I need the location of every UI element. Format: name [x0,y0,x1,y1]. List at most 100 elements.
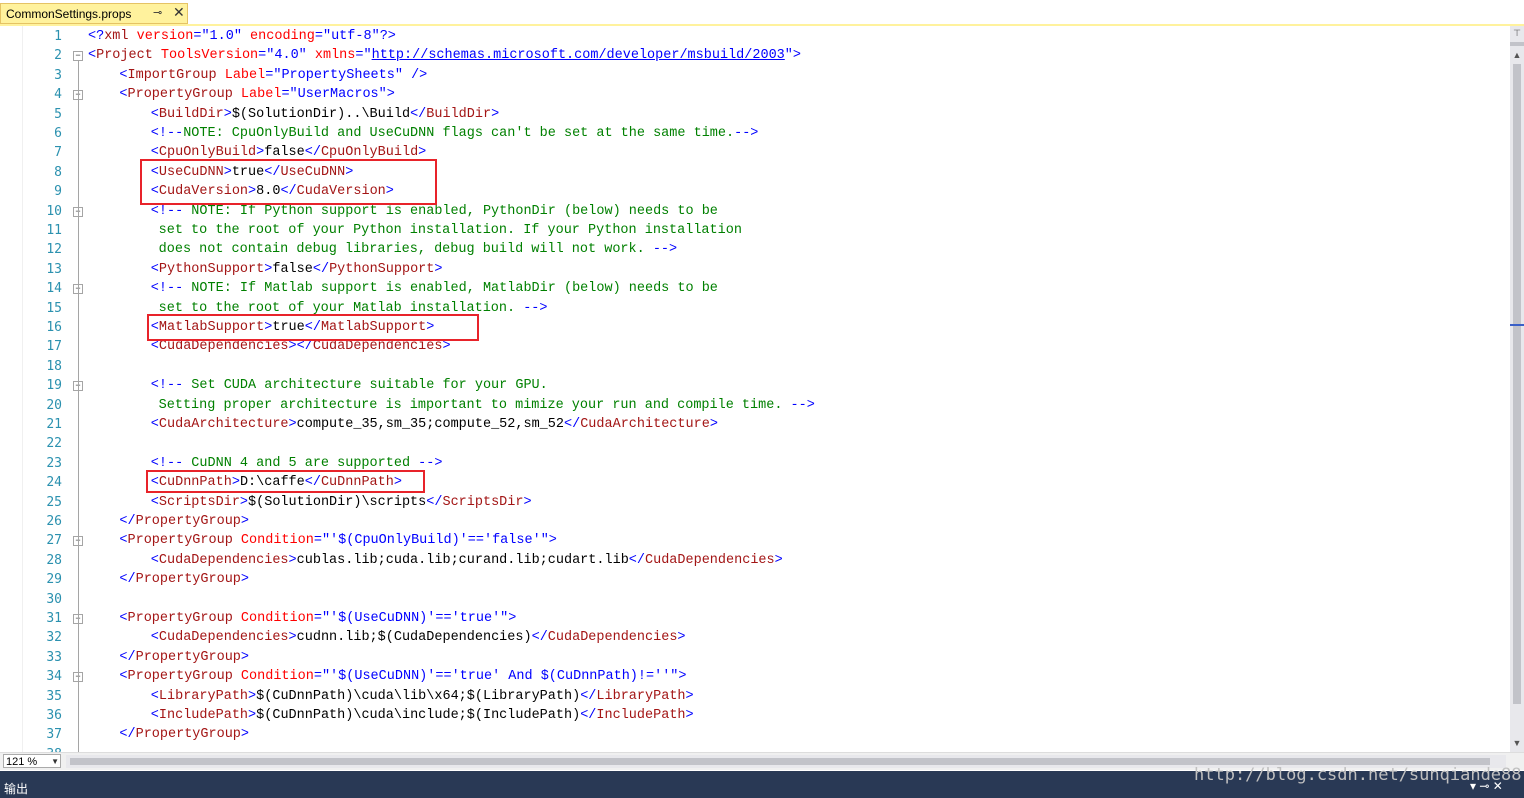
code-line[interactable]: 26 </PropertyGroup> [0,512,1500,531]
code-line[interactable]: 25 <ScriptsDir>$(SolutionDir)\scripts</Sc… [0,493,1500,512]
code-text: <?xml version="1.0" encoding="utf-8"?> [88,29,396,44]
line-number: 5 [54,106,62,122]
line-number: 20 [46,397,62,413]
code-line[interactable]: 31−<PropertyGroup Condition="'$(UseCuDNN… [0,609,1500,628]
code-line[interactable]: 6 <!--NOTE: CpuOnlyBuild and UseCuDNN fla… [0,124,1500,143]
line-number: 13 [46,261,62,277]
code-text: <PropertyGroup Condition="'$(UseCuDNN)'=… [119,611,517,626]
code-line[interactable]: 3 <ImportGroup Label="PropertySheets" /> [0,66,1500,85]
code-line[interactable]: 5 <BuildDir>$(SolutionDir)..\Build</Build… [0,105,1500,124]
caret-position-marker [1510,324,1524,326]
chevron-down-icon[interactable]: ▼ [51,755,59,769]
code-line[interactable]: 2− <Project ToolsVersion="4.0" xmlns="htt… [0,46,1500,65]
code-line[interactable]: 13 <PythonSupport>false</PythonSupport> [0,260,1500,279]
code-line[interactable]: 30 [0,590,1500,609]
pin-icon[interactable]: ⊸ [153,6,162,19]
scroll-down-icon[interactable]: ▼ [1510,736,1524,750]
line-number: 32 [46,630,62,646]
code-line[interactable]: 33 </PropertyGroup> [0,648,1500,667]
tab-commonsettings-props[interactable]: CommonSettings.props ⊸ ✕ [0,3,188,24]
zoom-value: 121 % [6,756,38,768]
line-number: 2 [54,48,62,64]
code-line[interactable]: 4−<PropertyGroup Label="UserMacros"> [0,85,1500,104]
code-text: </PropertyGroup> [119,572,250,588]
line-number: 19 [46,378,62,394]
code-line[interactable]: 32 <CudaDependencies>cudnn.lib;$(CudaDepe… [0,628,1500,647]
line-number: 6 [54,126,62,141]
line-number: 33 [46,649,62,665]
code-editor[interactable]: 1 <?xml version="1.0" encoding="utf-8"?> 2… [0,26,1510,762]
line-number: 22 [46,436,62,452]
vertical-scrollbar[interactable]: ⊤ ▲ ▼ [1510,26,1524,752]
code-line[interactable]: 19−<!-- Set CUDA architecture suitable f… [0,376,1500,395]
code-line[interactable]: 34−<PropertyGroup Condition="'$(UseCuDNN… [0,667,1500,686]
line-number: 9 [54,184,62,200]
line-number: 29 [46,572,62,588]
code-line[interactable]: 35 <LibraryPath>$(CuDnnPath)\cuda\lib\x64… [0,687,1500,706]
code-text: <!-- Set CUDA architecture suitable for … [150,378,548,394]
line-number: 35 [46,688,62,704]
code-text: <!--NOTE: CpuOnlyBuild and UseCuDNN flag… [150,126,759,141]
split-handle[interactable]: ⊤ [1510,26,1524,40]
line-number: 34 [46,669,62,685]
code-line[interactable]: 36 <IncludePath>$(CuDnnPath)\cuda\include… [0,706,1500,725]
code-text: <Project ToolsVersion="4.0" xmlns="http:… [88,48,801,64]
code-line[interactable]: 21 <CudaArchitecture>compute_35,sm_35;com… [0,415,1500,434]
code-text: <CudaDependencies>cublas.lib;cuda.lib;cu… [150,552,783,568]
code-text: <ImportGroup Label="PropertySheets" /> [119,67,428,83]
highlight-box-matlab [147,314,479,341]
code-line[interactable]: 1 <?xml version="1.0" encoding="utf-8"?> [0,27,1500,46]
code-text: <PythonSupport>false</PythonSupport> [150,261,443,277]
output-panel-title: 输出 [4,782,29,796]
code-text: set to the root of your Python installat… [158,223,742,238]
horizontal-scroll-thumb[interactable] [70,758,1490,765]
code-line[interactable]: 12 does not contain debug libraries, debu… [0,240,1500,259]
code-line[interactable]: 20 Setting proper architecture is importa… [0,396,1500,415]
highlight-box-cudnnpath [146,470,425,493]
scroll-up-icon[interactable]: ▲ [1510,48,1524,62]
code-line[interactable]: 28 <CudaDependencies>cublas.lib;cuda.lib;… [0,551,1500,570]
code-text: <CudaDependencies>cudnn.lib;$(CudaDepend… [150,630,686,646]
code-line[interactable]: 37 </PropertyGroup> [0,725,1500,744]
code-line[interactable]: 11 set to the root of your Python install… [0,221,1500,240]
zoom-combobox[interactable]: 121 % ▼ [3,754,61,768]
line-number: 7 [54,145,62,161]
line-number: 11 [46,223,62,238]
code-line[interactable]: 29 </PropertyGroup> [0,570,1500,589]
code-line[interactable]: 14−<!-- NOTE: If Matlab support is enabl… [0,279,1500,298]
line-number: 23 [46,455,62,471]
close-icon[interactable]: ✕ [173,4,185,21]
line-number: 31 [46,611,62,626]
code-line[interactable]: 22 [0,434,1500,453]
highlight-box-cudnn [140,159,437,205]
line-number: 37 [46,727,62,743]
vertical-scroll-thumb[interactable] [1513,64,1521,704]
line-number: 8 [54,164,62,180]
line-number: 14 [46,281,62,297]
line-number: 15 [46,300,62,316]
outline-guide [78,60,79,759]
line-number: 26 [46,514,62,529]
line-number: 24 [46,475,62,491]
code-text: does not contain debug libraries, debug … [158,242,678,258]
code-text: Setting proper architecture is important… [158,397,815,413]
code-text: <BuildDir>$(SolutionDir)..\Build</BuildD… [150,106,500,122]
split-bar[interactable] [1510,42,1524,46]
code-text: </PropertyGroup> [119,514,250,529]
line-number: 36 [46,708,62,723]
line-number: 25 [46,494,62,510]
code-text: <IncludePath>$(CuDnnPath)\cuda\include;$… [150,708,694,723]
line-number: 27 [46,533,62,549]
code-text: <PropertyGroup Condition="'$(CpuOnlyBuil… [119,533,557,549]
line-number: 28 [46,552,62,568]
code-text: <PropertyGroup Label="UserMacros"> [119,87,395,103]
code-line[interactable]: 27−<PropertyGroup Condition="'$(CpuOnlyB… [0,531,1500,550]
code-line[interactable]: 18 [0,357,1500,376]
document-tab-strip: CommonSettings.props ⊸ ✕ [0,0,1524,26]
line-number: 4 [54,87,62,103]
line-number: 18 [46,358,62,374]
code-text: </PropertyGroup> [119,649,250,665]
line-number: 1 [54,29,62,44]
line-number: 10 [46,203,62,219]
line-number: 21 [46,417,62,432]
